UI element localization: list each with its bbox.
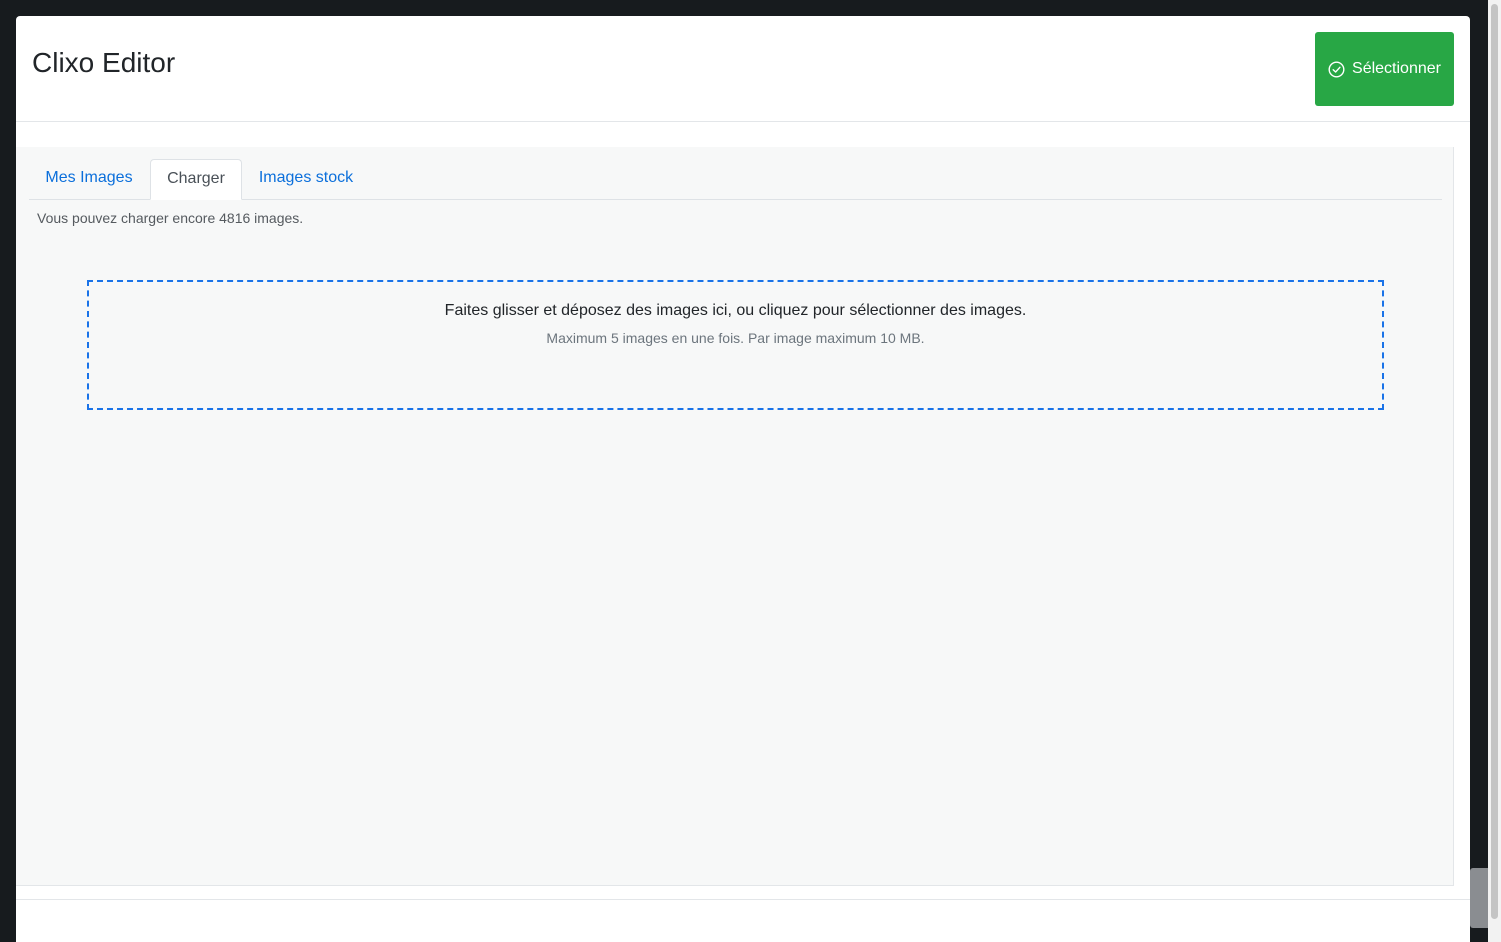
modal-footer-divider: [16, 899, 1470, 900]
modal-title: Clixo Editor: [32, 47, 176, 78]
tab-images-stock[interactable]: Images stock: [242, 159, 370, 200]
upload-quota-text: Vous pouvez charger encore 4816 images.: [37, 210, 304, 226]
tab-charger[interactable]: Charger: [150, 159, 242, 200]
select-button-label: Sélectionner: [1352, 60, 1441, 77]
recaptcha-badge[interactable]: [1470, 868, 1488, 928]
dropzone-instructions: Faites glisser et déposez des images ici…: [444, 302, 1027, 319]
tab-mes-images[interactable]: Mes Images: [29, 159, 149, 200]
check-circle-icon: [1328, 60, 1345, 78]
image-dropzone[interactable]: Faites glisser et déposez des images ici…: [87, 280, 1384, 410]
tab-bar: Mes Images Charger Images stock: [29, 159, 1442, 200]
page-scrollbar-thumb[interactable]: [1491, 4, 1498, 919]
dropzone-limits: Maximum 5 images en une fois. Par image …: [546, 330, 925, 346]
image-picker-modal: Clixo Editor Sélectionner Mes Images Cha…: [16, 16, 1470, 942]
select-button[interactable]: Sélectionner: [1315, 32, 1454, 106]
modal-body: Mes Images Charger Images stock Vous pou…: [16, 147, 1454, 886]
modal-header: Clixo Editor Sélectionner: [16, 16, 1470, 122]
